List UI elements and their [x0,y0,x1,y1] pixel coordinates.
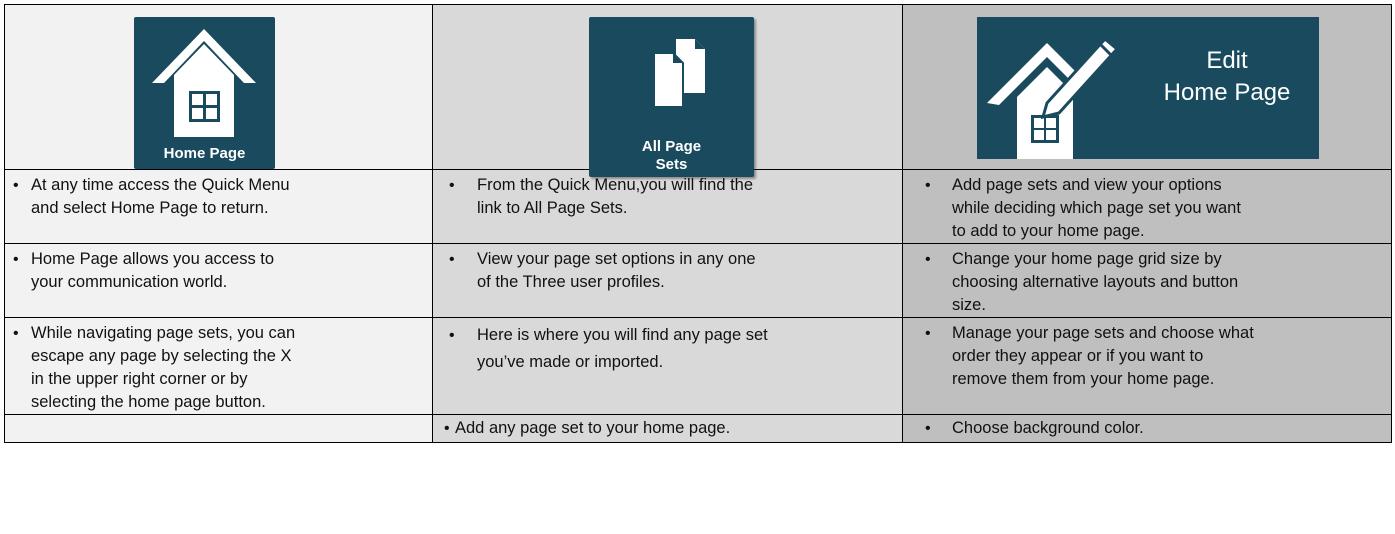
line: selecting the home page button. [31,393,266,411]
row3-col1-cell: • While navigating page sets, you can es… [4,317,433,415]
row3-col3-cell: • Manage your page sets and choose what … [902,317,1392,415]
table-row: • Home Page allows you access to your co… [4,243,1392,318]
row4-col2-cell: • Add any page set to your home page. [432,414,903,443]
row2-col1-cell: • Home Page allows you access to your co… [4,243,433,318]
row4-col3-cell: • Choose background color. [902,414,1392,443]
home-page-tile[interactable]: Home Page [134,17,275,169]
line: While navigating page sets, you can [31,324,296,342]
header-cell-edit-home-page: Edit Home Page [902,4,1392,170]
line: From the Quick Menu,you will find the [477,176,754,194]
row2-col2-cell: • View your page set options in any one … [432,243,903,318]
line: Manage your page sets and choose what [952,324,1254,342]
line: order they appear or if you want to [952,347,1204,365]
edit-home-page-tile[interactable]: Edit Home Page [977,17,1319,159]
edit-home-page-label-line2: Home Page [1163,79,1291,106]
line: Add any page set to your home page. [455,419,731,437]
header-cell-all-page-sets: All Page Sets [432,4,903,177]
line: link to All Page Sets. [477,199,628,217]
line: View your page set options in any one [477,250,756,268]
list-item: • Here is where you will find any page s… [433,318,902,376]
table-row: • Add any page set to your home page. • … [4,414,1392,443]
list-item: • Add page sets and view your options wh… [903,170,1391,243]
documents-icon [653,39,705,108]
line: choosing alternative layouts and button [952,273,1239,291]
line: you’ve made or imported. [477,353,664,371]
line: Change your home page grid size by [952,250,1222,268]
line: and select Home Page to return. [31,199,269,217]
list-item: • At any time access the Quick Menu and … [5,170,432,220]
list-item: • From the Quick Menu,you will find the … [433,170,902,220]
bullet-icon: • [925,177,931,194]
list-item: • View your page set options in any one … [433,244,902,294]
list-item: • Home Page allows you access to your co… [5,244,432,294]
bullet-icon: • [13,325,19,342]
list-item: • Choose background color. [903,415,1391,440]
list-item: • Manage your page sets and choose what … [903,318,1391,391]
line: escape any page by selecting the X [31,347,292,365]
line: of the Three user profiles. [477,273,665,291]
bullet-icon: • [449,177,455,194]
bullet-icon: • [449,327,455,344]
bullet-icon: • [925,420,931,437]
all-page-sets-tile[interactable]: All Page Sets [589,17,754,177]
row1-col1-cell: • At any time access the Quick Menu and … [4,169,433,244]
line: Add page sets and view your options [952,176,1222,194]
bullet-icon: • [925,251,931,268]
row4-col1-cell [4,414,433,443]
table-row: • While navigating page sets, you can es… [4,317,1392,415]
house-icon [152,29,256,137]
home-page-tile-label: Home Page [163,145,246,162]
all-page-sets-label-line1: All Page [641,138,702,155]
line: remove them from your home page. [952,370,1215,388]
row1-col3-cell: • Add page sets and view your options wh… [902,169,1392,244]
house-pencil-icon [987,36,1120,159]
bullet-icon: • [925,325,931,342]
header-row: Home Page All Page Sets Edit Home Page [4,4,1392,177]
line: Home Page allows you access to [31,250,275,268]
edit-home-page-label-line1: Edit [1206,47,1248,74]
row1-col2-cell: • From the Quick Menu,you will find the … [432,169,903,244]
line: size. [952,296,986,314]
line: your communication world. [31,273,228,291]
bullet-icon: • [13,177,19,194]
row2-col3-cell: • Change your home page grid size by cho… [902,243,1392,318]
bullet-icon: • [449,251,455,268]
line: Choose background color. [952,419,1144,437]
line: to add to your home page. [952,222,1145,240]
list-item: • While navigating page sets, you can es… [5,318,432,414]
bullet-icon: • [444,420,450,437]
feature-table: Home Page All Page Sets Edit Home Page •… [4,4,1392,443]
table-row: • At any time access the Quick Menu and … [4,169,1392,244]
line: At any time access the Quick Menu [31,176,290,194]
line: while deciding which page set you want [952,199,1241,217]
bullet-icon: • [13,251,19,268]
list-item: • Change your home page grid size by cho… [903,244,1391,317]
list-item: • Add any page set to your home page. [433,415,902,440]
line: in the upper right corner or by [31,370,248,388]
line: Here is where you will find any page set [477,326,768,344]
row3-col2-cell: • Here is where you will find any page s… [432,317,903,415]
header-cell-home-page: Home Page [4,4,433,170]
